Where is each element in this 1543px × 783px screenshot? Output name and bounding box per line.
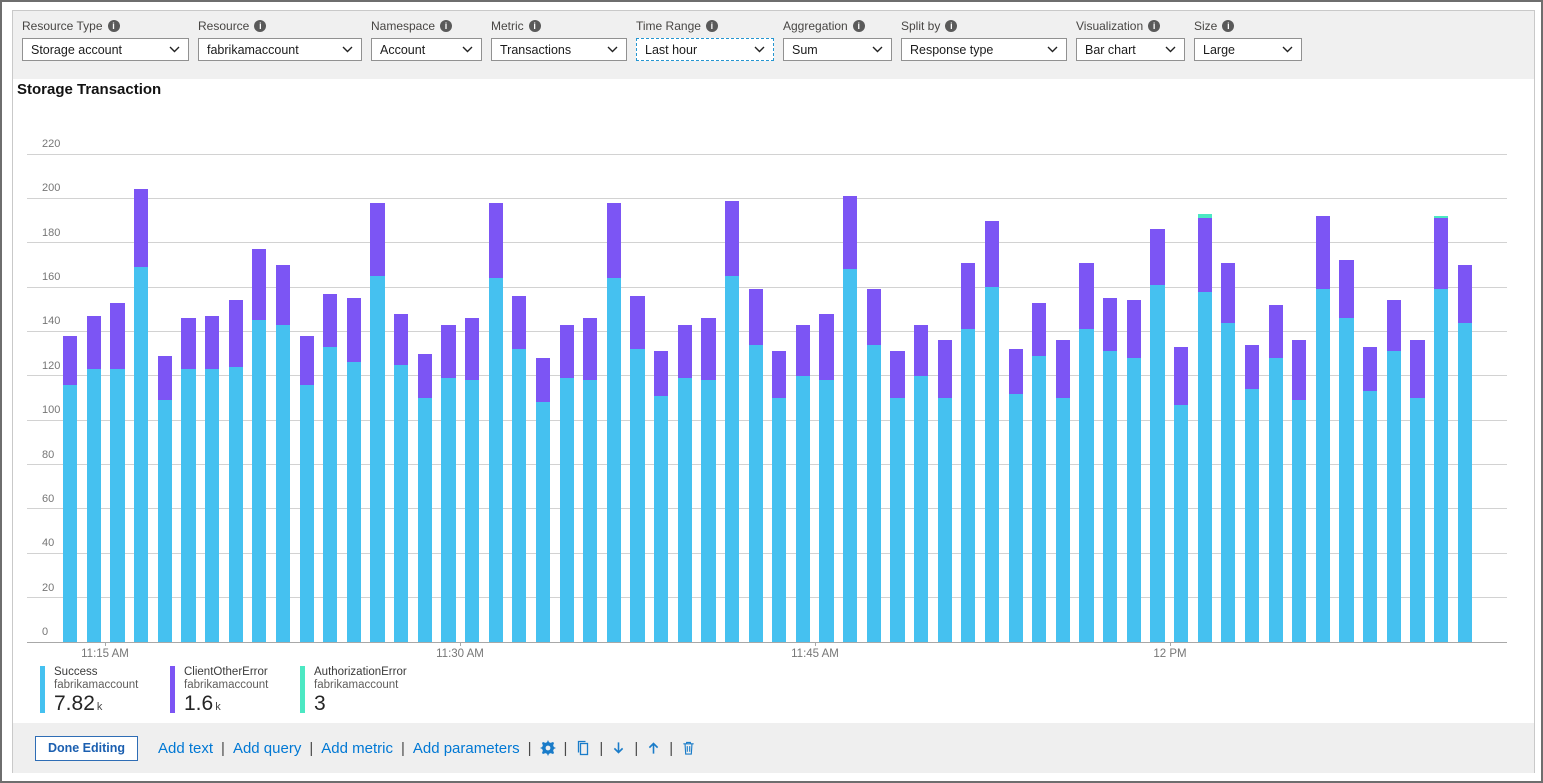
resource-dropdown[interactable]: fabrikamaccount: [198, 38, 362, 61]
dropdown-value: Bar chart: [1085, 43, 1136, 57]
legend-resource-name: fabrikamaccount: [314, 679, 407, 692]
legend-total-unit: k: [215, 701, 221, 713]
dropdown-value: Response type: [910, 43, 993, 57]
chevron-down-icon: [607, 46, 618, 53]
namespace-dropdown[interactable]: Account: [371, 38, 482, 61]
dropdown-value: fabrikamaccount: [207, 43, 299, 57]
field-metric: Metrici Transactions: [491, 17, 627, 61]
chart-legend: Successfabrikamaccount7.82kClientOtherEr…: [40, 666, 430, 718]
dropdown-value: Storage account: [31, 43, 122, 57]
field-visualization: Visualizationi Bar chart: [1076, 17, 1185, 61]
move-up-icon[interactable]: [646, 740, 661, 756]
legend-series-name: Success: [54, 666, 138, 679]
split-by-dropdown[interactable]: Response type: [901, 38, 1067, 61]
field-label: Time Rangei: [636, 17, 774, 35]
metrics-editor-window: Resource Typei Storage account Resourcei fa…: [0, 0, 1543, 783]
field-label: Split byi: [901, 17, 1067, 35]
legend-item-clientothererror: ClientOtherErrorfabrikamaccount1.6k: [170, 666, 300, 718]
chart-title: Storage Transaction: [17, 81, 161, 98]
field-aggregation: Aggregationi Sum: [783, 17, 892, 61]
add-metric-link[interactable]: Add metric: [321, 740, 393, 757]
legend-series-name: ClientOtherError: [184, 666, 268, 679]
time-range-dropdown[interactable]: Last hour: [636, 38, 774, 61]
aggregation-dropdown[interactable]: Sum: [783, 38, 892, 61]
separator: |: [634, 740, 638, 757]
legend-total-value: 3: [314, 693, 407, 715]
chevron-down-icon: [169, 46, 180, 53]
info-icon[interactable]: i: [529, 20, 541, 32]
add-query-link[interactable]: Add query: [233, 740, 301, 757]
edit-action-bar: Done Editing Add text | Add query | Add metr…: [13, 723, 1534, 773]
info-icon[interactable]: i: [1222, 20, 1234, 32]
field-label: Resourcei: [198, 17, 362, 35]
field-label: Metrici: [491, 17, 627, 35]
field-split-by: Split byi Response type: [901, 17, 1067, 61]
field-label: Sizei: [1194, 17, 1302, 35]
legend-item-authorizationerror: AuthorizationErrorfabrikamaccount3: [300, 666, 430, 718]
field-label: Visualizationi: [1076, 17, 1185, 35]
separator: |: [669, 740, 673, 757]
field-label: Namespacei: [371, 17, 482, 35]
info-icon[interactable]: i: [853, 20, 865, 32]
add-text-link[interactable]: Add text: [158, 740, 213, 757]
separator: |: [528, 740, 532, 757]
info-icon[interactable]: i: [1148, 20, 1160, 32]
field-size: Sizei Large: [1194, 17, 1302, 61]
dropdown-value: Large: [1203, 43, 1235, 57]
info-icon[interactable]: i: [108, 20, 120, 32]
clone-icon[interactable]: [575, 740, 591, 756]
legend-series-name: AuthorizationError: [314, 666, 407, 679]
add-parameters-link[interactable]: Add parameters: [413, 740, 520, 757]
resource-type-dropdown[interactable]: Storage account: [22, 38, 189, 61]
legend-resource-name: fabrikamaccount: [54, 679, 138, 692]
separator: |: [401, 740, 405, 757]
settings-icon[interactable]: [540, 740, 556, 756]
chevron-down-icon: [1165, 46, 1176, 53]
dropdown-value: Last hour: [645, 43, 697, 57]
dropdown-value: Account: [380, 43, 425, 57]
dropdown-value: Sum: [792, 43, 818, 57]
edit-links: Add text | Add query | Add metric | Add parame…: [158, 740, 696, 757]
move-down-icon[interactable]: [611, 740, 626, 756]
separator: |: [564, 740, 568, 757]
chevron-down-icon: [754, 46, 765, 53]
field-time-range: Time Rangei Last hour: [636, 17, 774, 61]
field-resource-type: Resource Typei Storage account: [22, 17, 189, 61]
chevron-down-icon: [342, 46, 353, 53]
legend-total-unit: k: [97, 701, 103, 713]
size-dropdown[interactable]: Large: [1194, 38, 1302, 61]
legend-total-value: 7.82k: [54, 693, 138, 718]
done-editing-button[interactable]: Done Editing: [35, 736, 138, 761]
separator: |: [309, 740, 313, 757]
chevron-down-icon: [872, 46, 883, 53]
metric-dropdown[interactable]: Transactions: [491, 38, 627, 61]
chevron-down-icon: [1047, 46, 1058, 53]
visualization-dropdown[interactable]: Bar chart: [1076, 38, 1185, 61]
info-icon[interactable]: i: [254, 20, 266, 32]
legend-total-value: 1.6k: [184, 693, 268, 718]
legend-resource-name: fabrikamaccount: [184, 679, 268, 692]
separator: |: [599, 740, 603, 757]
field-label: Resource Typei: [22, 17, 189, 35]
chevron-down-icon: [462, 46, 473, 53]
widget-frame: [12, 10, 1535, 773]
dropdown-value: Transactions: [500, 43, 571, 57]
chevron-down-icon: [1282, 46, 1293, 53]
field-label: Aggregationi: [783, 17, 892, 35]
field-namespace: Namespacei Account: [371, 17, 482, 61]
field-resource: Resourcei fabrikamaccount: [198, 17, 362, 61]
metric-toolbar: Resource Typei Storage account Resourcei fa…: [13, 11, 1534, 79]
info-icon[interactable]: i: [440, 20, 452, 32]
info-icon[interactable]: i: [706, 20, 718, 32]
legend-item-success: Successfabrikamaccount7.82k: [40, 666, 170, 718]
delete-icon[interactable]: [681, 740, 696, 756]
separator: |: [221, 740, 225, 757]
info-icon[interactable]: i: [945, 20, 957, 32]
